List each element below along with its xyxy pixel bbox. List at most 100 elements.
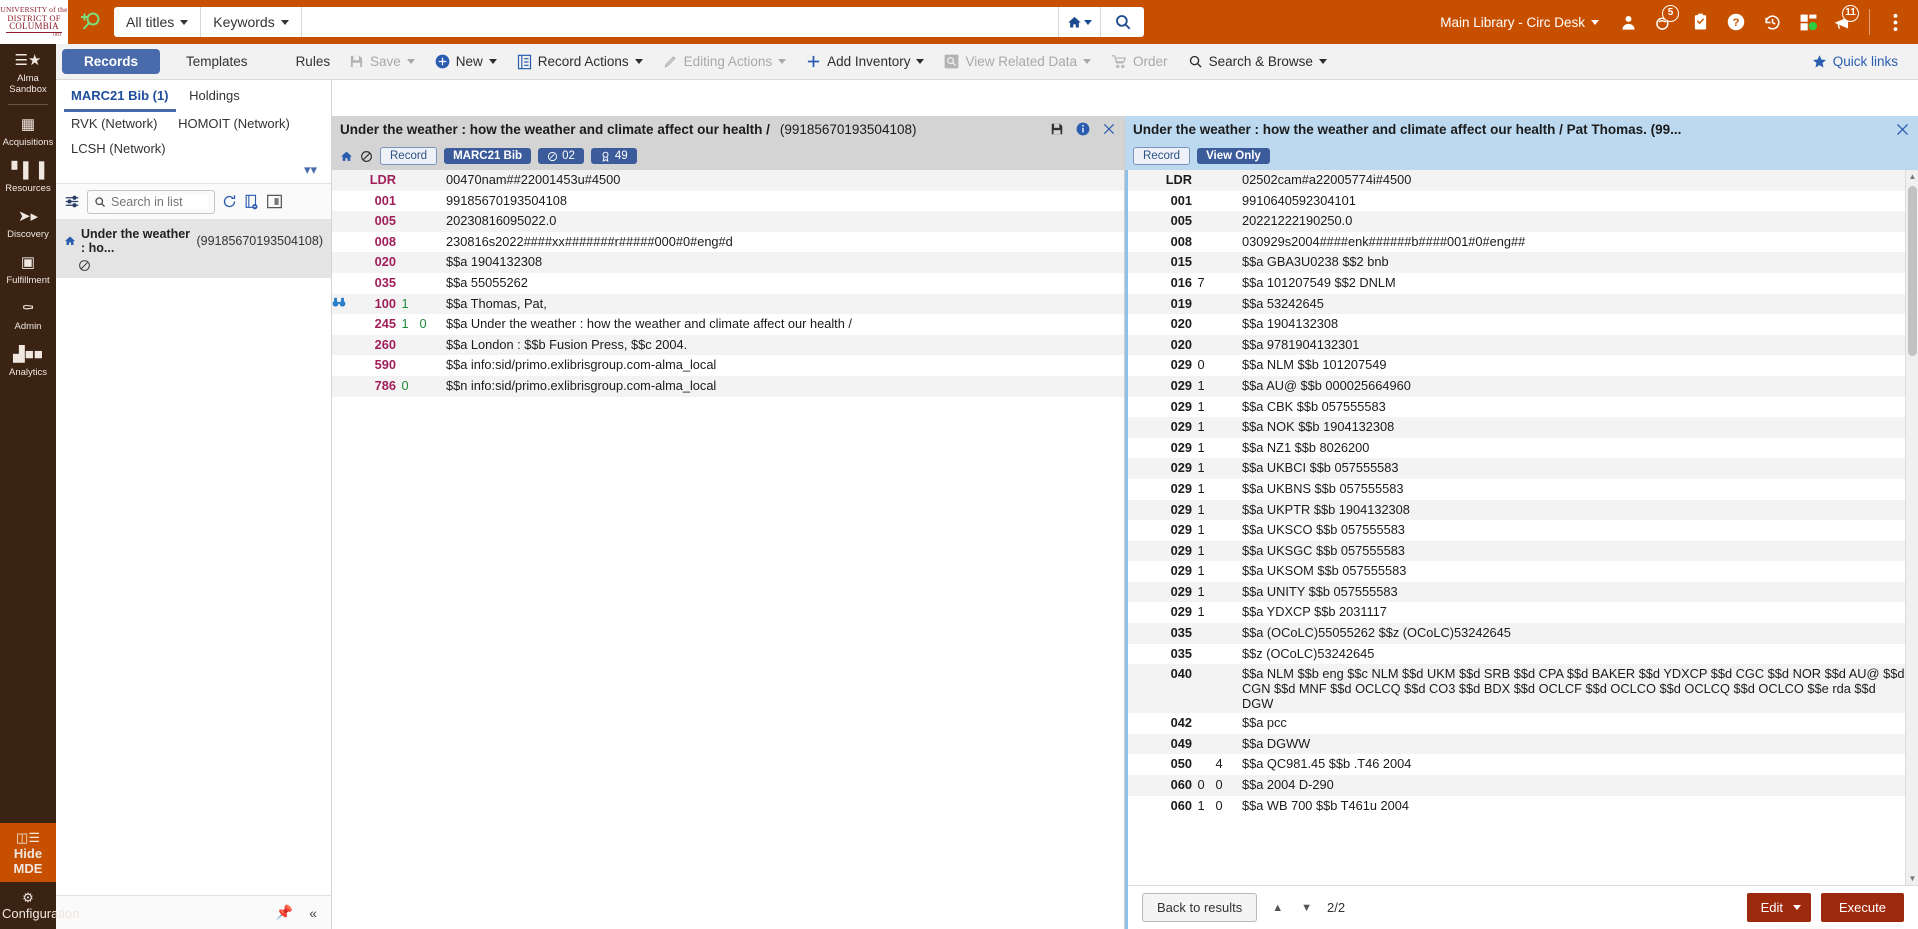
marc-field-row[interactable]: 029 1 $$a UKSGC $$b 057555583 — [1128, 540, 1905, 562]
list-item[interactable]: Under the weather : ho... (9918567019350… — [56, 220, 331, 278]
marc-field-value[interactable]: $$a 2004 D-290 — [1228, 777, 1905, 792]
institution-selector[interactable]: Main Library - Circ Desk — [1430, 15, 1609, 30]
marc-indicator-1[interactable]: 1 — [1192, 378, 1210, 393]
marc-field-value[interactable]: $$a NLM $$b 101207549 — [1228, 357, 1905, 372]
marc-field-row[interactable]: 029 1 $$a UKSCO $$b 057555583 — [1128, 520, 1905, 541]
save-button[interactable]: Save — [340, 50, 424, 73]
edit-dropdown-button[interactable]: Edit — [1746, 893, 1812, 922]
marc-field-value[interactable]: $$a UKBNS $$b 057555583 — [1228, 481, 1905, 496]
marc-field-value[interactable]: $$a UKSOM $$b 057555583 — [1228, 563, 1905, 578]
marc-field-row[interactable]: 008 030929s2004####enk######b####001#0#en… — [1128, 232, 1905, 253]
marc-field-row[interactable]: 060 1 0 $$a WB 700 $$b T461u 2004 — [1128, 796, 1905, 817]
help-icon[interactable]: ? — [1719, 0, 1753, 44]
add-inventory-button[interactable]: Add Inventory — [797, 50, 933, 73]
marc-field-value[interactable]: 02502cam#a22005774i#4500 — [1228, 172, 1905, 187]
marc-field-value[interactable]: $$a AU@ $$b 000025664960 — [1228, 378, 1905, 393]
marc-field-row[interactable]: 042 $$a pcc — [1128, 713, 1905, 734]
marc-field-value[interactable]: $$a (OCoLC)55055262 $$z (OCoLC)53242645 — [1228, 625, 1905, 640]
apps-grid-icon[interactable] — [1791, 0, 1825, 44]
marc-field-value[interactable]: $$a QC981.45 $$b .T46 2004 — [1228, 756, 1905, 771]
marc-field-row[interactable]: 008 230816s2022####xx#######r#####000#0#e… — [332, 232, 1124, 253]
marc-indicator-1[interactable]: 1 — [396, 316, 414, 331]
marc-field-value[interactable]: $$a CBK $$b 057555583 — [1228, 399, 1905, 414]
marc-field-row[interactable]: LDR 00470nam##22001453u#4500 — [332, 170, 1124, 191]
marc-indicator-1[interactable]: 1 — [1192, 522, 1210, 537]
marc-indicator-1[interactable]: 1 — [1192, 399, 1210, 414]
marc-field-value[interactable]: $$a WB 700 $$b T461u 2004 — [1228, 798, 1905, 813]
marc-field-row[interactable]: 001 99185670193504108 — [332, 191, 1124, 212]
marc-field-row[interactable]: 029 1 $$a UKBNS $$b 057555583 — [1128, 479, 1905, 500]
marc-indicator-2[interactable]: 0 — [1210, 777, 1228, 792]
marc-field-value[interactable]: $$a 1904132308 — [432, 254, 1124, 269]
right-marc-fields[interactable]: ⋮ LDR02502cam#a22005774i#450000199106405… — [1128, 170, 1918, 885]
marc-field-row[interactable]: 590 $$a info:sid/primo.exlibrisgroup.com-… — [332, 355, 1124, 376]
marc-indicator-1[interactable]: 1 — [1192, 563, 1210, 578]
save-record-icon[interactable] — [1050, 122, 1064, 136]
back-to-results-button[interactable]: Back to results — [1142, 893, 1258, 922]
marc-field-row[interactable]: 040 $$a NLM $$b eng $$c NLM $$d UKM $$d S… — [1128, 664, 1905, 714]
sidebar-item-fulfillment[interactable]: ▣ Fulfillment — [0, 246, 56, 292]
marc-indicator-1[interactable]: 0 — [1192, 777, 1210, 792]
marc-field-value[interactable]: $$a NLM $$b eng $$c NLM $$d UKM $$d SRB … — [1228, 666, 1905, 711]
marc-field-row[interactable]: 260 $$a London : $$b Fusion Press, $$c 20… — [332, 334, 1124, 356]
marc-field-value[interactable]: 00470nam##22001453u#4500 — [432, 172, 1124, 187]
sidebar-item-alma-sandbox[interactable]: ☰★ Alma Sandbox — [0, 44, 56, 101]
marc-indicator-1[interactable]: 1 — [1192, 481, 1210, 496]
search-field-select[interactable]: Keywords — [201, 7, 302, 37]
marc-field-value[interactable]: $$a Under the weather : how the weather … — [432, 316, 1124, 331]
marc-field-row[interactable]: 029 0 $$a NLM $$b 101207549 — [1128, 355, 1905, 376]
marc-indicator-1[interactable]: 1 — [1192, 604, 1210, 619]
search-submit-button[interactable] — [1100, 7, 1144, 37]
marc-field-value[interactable]: $$a UKSGC $$b 057555583 — [1228, 543, 1905, 558]
marc-field-row[interactable]: 035 $$z (OCoLC)53242645 — [1128, 644, 1905, 665]
record-actions-button[interactable]: Record Actions — [508, 50, 652, 74]
marc-field-value[interactable]: $$a 55055262 — [432, 275, 1124, 290]
search-scope-select[interactable]: All titles — [114, 7, 202, 37]
marc-field-row[interactable]: 005 20221222190250.0 — [1128, 211, 1905, 232]
alerts-megaphone-icon[interactable]: 11 — [1827, 0, 1861, 44]
marc-field-row[interactable]: 020 $$a 1904132308 — [1128, 314, 1905, 335]
record-chip[interactable]: Record — [380, 147, 438, 165]
marc-field-row[interactable]: 060 0 0 $$a 2004 D-290 — [1128, 775, 1905, 796]
marc-field-row[interactable]: 029 1 $$a UKPTR $$b 1904132308 — [1128, 499, 1905, 521]
user-icon[interactable] — [1611, 0, 1645, 44]
marc-field-value[interactable]: $$a UKPTR $$b 1904132308 — [1228, 502, 1905, 517]
edit-count-chip[interactable]: 02 — [538, 148, 584, 164]
close-icon[interactable] — [1102, 122, 1116, 136]
subtab-homoit-network[interactable]: HOMOIT (Network) — [171, 112, 297, 137]
quality-chip[interactable]: 49 — [590, 148, 637, 164]
marc-field-row[interactable]: 029 1 $$a UKSOM $$b 057555583 — [1128, 561, 1905, 582]
marc-indicator-2[interactable]: 4 — [1210, 756, 1228, 771]
editing-actions-button[interactable]: Editing Actions — [654, 50, 796, 73]
scrollbar-thumb[interactable] — [1908, 186, 1917, 356]
marc-field-row[interactable]: 016 7 $$a 101207549 $$2 DNLM — [1128, 273, 1905, 294]
add-search-icon[interactable] — [68, 10, 114, 34]
view-only-chip[interactable]: View Only — [1197, 148, 1270, 164]
marc-field-value[interactable]: 9910640592304101 — [1228, 193, 1905, 208]
marc-indicator-1[interactable]: 1 — [1192, 460, 1210, 475]
search-home-button[interactable] — [1058, 7, 1100, 37]
right-pane-scrollbar[interactable]: ▲ ▼ — [1905, 170, 1918, 885]
marc-field-row[interactable]: 029 1 $$a AU@ $$b 000025664960 — [1128, 375, 1905, 397]
subtab-holdings[interactable]: Holdings — [182, 84, 247, 109]
marc-field-value[interactable]: 20230816095022.0 — [432, 213, 1124, 228]
marc-field-row[interactable]: 029 1 $$a NZ1 $$b 8026200 — [1128, 438, 1905, 459]
marc-field-row[interactable]: 020 $$a 9781904132301 — [1128, 334, 1905, 356]
marc-indicator-1[interactable]: 7 — [1192, 275, 1210, 290]
marc-indicator-1[interactable]: 0 — [396, 378, 414, 393]
tasks-icon[interactable]: 5 — [1647, 0, 1681, 44]
history-icon[interactable] — [1755, 0, 1789, 44]
scroll-down-arrow-icon[interactable]: ▼ — [1906, 872, 1918, 885]
marc-field-row[interactable]: 001 9910640592304101 — [1128, 191, 1905, 212]
tab-templates[interactable]: Templates — [164, 49, 270, 74]
marc-field-value[interactable]: $$a 1904132308 — [1228, 316, 1905, 331]
sidebar-item-acquisitions[interactable]: ▦ Acquisitions — [0, 108, 56, 154]
collapse-icon[interactable]: « — [309, 905, 317, 921]
kebab-menu-icon[interactable] — [1878, 0, 1912, 44]
marc-field-row[interactable]: 245 1 0 $$a Under the weather : how the wea… — [332, 314, 1124, 335]
marc-field-row[interactable]: 035 $$a 55055262 — [332, 273, 1124, 294]
view-related-data-button[interactable]: View Related Data — [935, 50, 1100, 73]
marc-field-row[interactable]: 100 1 $$a Thomas, Pat, — [332, 293, 1124, 315]
marc-field-row[interactable]: LDR 02502cam#a22005774i#4500 — [1128, 170, 1905, 191]
marc-field-row[interactable]: 035 $$a (OCoLC)55055262 $$z (OCoLC)532426… — [1128, 623, 1905, 644]
